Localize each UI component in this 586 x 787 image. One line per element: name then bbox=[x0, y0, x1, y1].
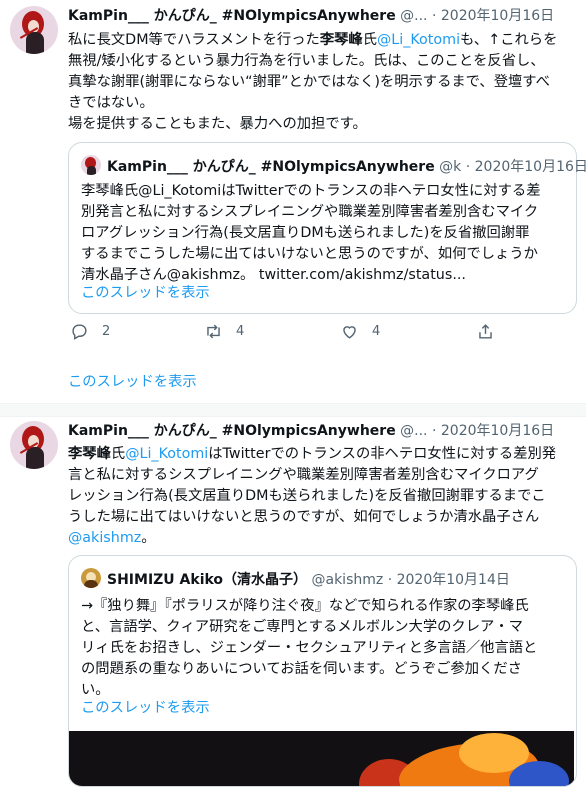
timestamp: 2020年10月14日 bbox=[396, 572, 510, 588]
tweet-header: KamPin___ かんぴん_ #NOlympicsAnywhere @... … bbox=[68, 421, 554, 441]
handle: @akishmz bbox=[311, 572, 384, 588]
tweet-2[interactable]: KamPin___ かんぴん_ #NOlympicsAnywhere @... … bbox=[0, 416, 586, 787]
separator-dot: · bbox=[387, 572, 393, 588]
display-name: KamPin___ かんぴん_ #NOlympicsAnywhere bbox=[107, 159, 435, 175]
timestamp[interactable]: 2020年10月16日 bbox=[441, 8, 554, 24]
reply-button[interactable]: 2 bbox=[70, 322, 110, 341]
share-button[interactable] bbox=[476, 322, 508, 341]
share-icon bbox=[479, 324, 492, 339]
show-thread-link[interactable]: このスレッドを表示 bbox=[68, 372, 197, 392]
display-name: SHIMIZU Akiko（清水晶子） bbox=[107, 572, 308, 588]
quoted-tweet[interactable]: KamPin___ かんぴん_ #NOlympicsAnywhere @k · … bbox=[68, 142, 586, 314]
quoted-tweet[interactable]: SHIMIZU Akiko（清水晶子） @akishmz · 2020年10月1… bbox=[68, 555, 577, 787]
like-button[interactable]: 4 bbox=[340, 322, 380, 341]
separator-dot: · bbox=[465, 159, 471, 175]
handle[interactable]: @... bbox=[400, 8, 427, 24]
mention-link[interactable]: @akishmz bbox=[68, 530, 141, 546]
retweet-button[interactable]: 4 bbox=[204, 322, 244, 341]
tweet-text: 李琴峰氏@Li_KotomiはTwitterでのトランスの非ヘテロ女性に対する差… bbox=[68, 446, 557, 546]
separator-dot: · bbox=[431, 8, 437, 24]
mention-link[interactable]: @Li_Kotomi bbox=[377, 32, 460, 48]
tweet-actions: 2 4 4 bbox=[68, 322, 548, 346]
like-count: 4 bbox=[372, 324, 381, 339]
display-name[interactable]: KamPin___ かんぴん_ #NOlympicsAnywhere bbox=[68, 8, 396, 24]
tweet-header: KamPin___ かんぴん_ #NOlympicsAnywhere @... … bbox=[68, 6, 554, 26]
separator-dot: · bbox=[431, 423, 437, 439]
quoted-tweet-text: 李琴峰氏@Li_KotomiはTwitterでのトランスの非ヘテロ女性に対する差… bbox=[81, 183, 541, 283]
display-name[interactable]: KamPin___ かんぴん_ #NOlympicsAnywhere bbox=[68, 423, 396, 439]
media-image[interactable] bbox=[69, 731, 574, 786]
retweet-count: 4 bbox=[236, 324, 245, 339]
avatar[interactable] bbox=[10, 421, 58, 469]
timestamp[interactable]: 2020年10月16日 bbox=[441, 423, 554, 439]
avatar bbox=[81, 568, 101, 588]
tweet-1[interactable]: KamPin___ かんぴん_ #NOlympicsAnywhere @... … bbox=[0, 0, 586, 400]
avatar[interactable] bbox=[10, 6, 58, 54]
tweet-divider bbox=[0, 403, 586, 417]
reply-count: 2 bbox=[102, 324, 111, 339]
handle[interactable]: @... bbox=[400, 423, 427, 439]
reply-icon bbox=[72, 324, 87, 340]
quoted-tweet-header: KamPin___ かんぴん_ #NOlympicsAnywhere @k · … bbox=[81, 155, 586, 177]
handle: @k bbox=[439, 159, 462, 175]
tweet-text: 私に長文DM等でハラスメントを行った李琴峰氏@Li_Kotomiも、↑これらを … bbox=[68, 32, 558, 132]
retweet-icon bbox=[207, 324, 220, 339]
avatar bbox=[81, 155, 101, 175]
timestamp: 2020年10月16日 bbox=[474, 159, 586, 175]
like-icon bbox=[343, 326, 356, 339]
show-thread-link[interactable]: このスレッドを表示 bbox=[81, 698, 210, 718]
show-thread-link[interactable]: このスレッドを表示 bbox=[81, 283, 210, 303]
quoted-tweet-header: SHIMIZU Akiko（清水晶子） @akishmz · 2020年10月1… bbox=[81, 568, 510, 590]
mention-link[interactable]: @Li_Kotomi bbox=[125, 446, 208, 462]
quoted-tweet-text: →『独り舞』『ポラリスが降り注ぐ夜』などで知られる作家の李琴峰氏 と、言語学、ク… bbox=[81, 598, 538, 698]
